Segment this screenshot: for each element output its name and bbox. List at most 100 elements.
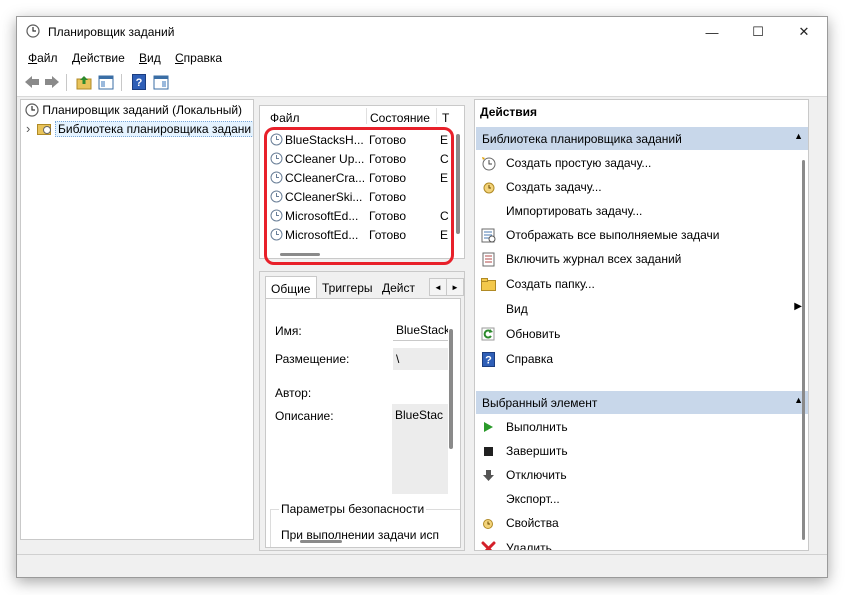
help-button[interactable]: ?	[130, 73, 148, 91]
action-create-task[interactable]: Создать задачу...	[480, 176, 806, 198]
action-view[interactable]: Вид ▶	[480, 298, 806, 320]
menu-bar: Файл Действие Вид Справка	[17, 47, 827, 69]
folder-up-icon	[76, 75, 92, 89]
action-enable-history[interactable]: Включить журнал всех заданий	[480, 248, 806, 270]
action-import-task[interactable]: Импортировать задачу...	[480, 200, 806, 222]
name-value[interactable]: BlueStack	[393, 319, 448, 341]
tab-scroll-left-icon[interactable]: ◄	[429, 278, 447, 296]
help-icon: ?	[132, 74, 146, 90]
disable-icon	[480, 467, 496, 483]
forward-button[interactable]	[43, 73, 61, 91]
task-details-pane: Общие Триггеры Дейст ◄ ► Имя: BlueStack …	[259, 271, 465, 551]
action-export[interactable]: Экспорт...	[480, 488, 806, 510]
back-button[interactable]	[23, 73, 41, 91]
author-label: Автор:	[275, 386, 312, 400]
menu-view[interactable]: Вид	[139, 51, 161, 65]
action-disable[interactable]: Отключить	[480, 464, 806, 486]
tree-root-label: Планировщик заданий (Локальный)	[42, 103, 243, 117]
details-horizontal-scrollbar[interactable]	[300, 540, 342, 543]
task-row[interactable]: CCleanerSki... Готово	[270, 188, 460, 207]
location-value: \	[393, 348, 448, 370]
run-icon	[480, 419, 496, 435]
section-header-library[interactable]: Библиотека планировщика заданий ▲	[476, 127, 808, 150]
task-scheduler-window: Планировщик заданий — ☐ ✕ Файл Действие …	[16, 16, 828, 578]
details-vertical-scrollbar[interactable]	[449, 329, 453, 449]
task-row[interactable]: CCleanerCra... Готово E	[270, 169, 460, 188]
folder-clock-icon	[36, 124, 51, 135]
delete-icon	[480, 540, 496, 550]
tab-triggers[interactable]: Триггеры	[317, 276, 379, 298]
close-button[interactable]: ✕	[781, 17, 827, 47]
general-tab-content: Имя: BlueStack Размещение: \ Автор: Опис…	[265, 298, 461, 548]
new-folder-icon	[480, 276, 496, 292]
tab-actions[interactable]: Дейст	[377, 276, 429, 298]
minimize-button[interactable]: —	[689, 17, 735, 47]
section-header-selected-item[interactable]: Выбранный элемент ▲	[476, 391, 808, 414]
create-task-icon	[480, 179, 496, 195]
menu-file[interactable]: Файл	[28, 51, 58, 65]
tab-scroll-right-icon[interactable]: ►	[446, 278, 464, 296]
details-tab-strip: Общие Триггеры Дейст ◄ ►	[265, 276, 464, 298]
svg-text:?: ?	[136, 77, 143, 89]
show-hide-console-tree-icon	[98, 75, 114, 89]
menu-action[interactable]: Действие	[72, 51, 125, 65]
status-bar	[17, 554, 827, 577]
actions-vertical-scrollbar[interactable]	[802, 160, 805, 540]
maximize-button[interactable]: ☐	[735, 17, 781, 47]
clock-icon	[25, 103, 39, 117]
description-label: Описание:	[275, 409, 334, 423]
running-tasks-icon	[480, 227, 496, 243]
actions-pane: Действия Библиотека планировщика заданий…	[474, 99, 809, 551]
help-icon: ?	[480, 351, 496, 367]
tree-root-item[interactable]: Планировщик заданий (Локальный)	[25, 103, 242, 117]
create-basic-task-icon	[480, 155, 496, 171]
column-header-file[interactable]: Файл	[270, 111, 300, 125]
actions-title: Действия	[480, 105, 538, 119]
show-hide-action-pane-button[interactable]	[152, 73, 170, 91]
task-clock-icon	[270, 209, 283, 222]
action-delete[interactable]: Удалить	[480, 537, 806, 550]
action-properties[interactable]: Свойства	[480, 512, 806, 534]
column-header-status[interactable]: Состояние	[370, 111, 430, 125]
task-list-pane: Файл Состояние Т BlueStacksH... Готово E…	[259, 105, 465, 259]
task-row[interactable]: MicrosoftEd... Готово C	[270, 207, 460, 226]
name-label: Имя:	[275, 324, 302, 338]
security-group-title: Параметры безопасности	[279, 502, 427, 516]
tree-library-item[interactable]: › Библиотека планировщика задани	[26, 121, 253, 137]
svg-text:?: ?	[485, 354, 492, 366]
task-clock-icon	[270, 171, 283, 184]
collapse-arrow-icon[interactable]: ▲	[794, 131, 803, 141]
action-end[interactable]: Завершить	[480, 440, 806, 462]
menu-help[interactable]: Справка	[175, 51, 222, 65]
task-row[interactable]: CCleaner Up... Готово C	[270, 150, 460, 169]
security-group-box: Параметры безопасности При выполнении за…	[270, 502, 460, 547]
action-create-basic-task[interactable]: Создать простую задачу...	[480, 152, 806, 174]
tab-general[interactable]: Общие	[265, 276, 317, 298]
stop-icon	[480, 443, 496, 459]
toolbar: ?	[17, 69, 827, 97]
tree-library-label: Библиотека планировщика задани	[55, 121, 253, 137]
show-hide-action-pane-icon	[153, 75, 169, 89]
column-header-trigger[interactable]: Т	[442, 111, 449, 125]
location-label: Размещение:	[275, 352, 350, 366]
clock-app-icon	[26, 24, 40, 38]
action-show-running-tasks[interactable]: Отображать все выполняемые задачи	[480, 224, 806, 246]
show-hide-console-tree-button[interactable]	[97, 73, 115, 91]
task-clock-icon	[270, 133, 283, 146]
task-clock-icon	[270, 228, 283, 241]
task-list-vertical-scrollbar[interactable]	[456, 134, 460, 234]
history-log-icon	[480, 251, 496, 267]
action-help[interactable]: ? Справка	[480, 348, 806, 370]
task-list-horizontal-scrollbar[interactable]	[280, 253, 320, 256]
submenu-arrow-icon: ▶	[794, 301, 802, 312]
title-bar[interactable]: Планировщик заданий — ☐ ✕	[17, 17, 827, 47]
action-refresh[interactable]: Обновить	[480, 323, 806, 345]
action-new-folder[interactable]: Создать папку...	[480, 273, 806, 295]
description-value[interactable]: BlueStac	[392, 404, 448, 494]
expand-chevron-icon[interactable]: ›	[26, 121, 30, 136]
task-row[interactable]: BlueStacksH... Готово E	[270, 131, 460, 150]
properties-icon	[480, 515, 496, 531]
action-run[interactable]: Выполнить	[480, 416, 806, 438]
folder-up-button[interactable]	[75, 73, 93, 91]
task-row[interactable]: MicrosoftEd... Готово E	[270, 226, 460, 245]
